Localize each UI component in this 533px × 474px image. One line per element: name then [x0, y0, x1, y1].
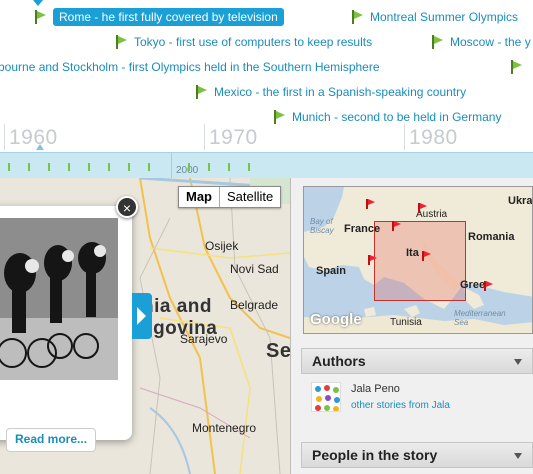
overview-tick: [28, 163, 30, 171]
chevron-down-icon[interactable]: [514, 359, 522, 365]
avatar-pattern: [312, 383, 340, 411]
overview-tick: [248, 163, 250, 171]
country-ukraine: Ukra: [508, 195, 533, 207]
timeline-event-moscow[interactable]: Moscow - the y: [431, 33, 531, 51]
story-pin-icon[interactable]: [422, 251, 431, 261]
people-section-header[interactable]: People in the story: [301, 442, 533, 468]
region-bosnia-line1: nia and: [142, 296, 213, 317]
author-entry: Jala Peno other stories from Jala: [311, 382, 531, 418]
flag-icon: [273, 110, 286, 124]
country-greece: Gree: [460, 279, 486, 291]
timeline-event-melbourne-stockholm[interactable]: bourne and Stockholm - first Olympics he…: [0, 58, 380, 76]
region-serbia: Se: [266, 340, 290, 362]
decade-label-1960: 1960: [9, 126, 58, 149]
flag-icon: [510, 60, 523, 74]
timeline-event-mexico[interactable]: Mexico - the first in a Spanish-speaking…: [195, 83, 466, 101]
timeline[interactable]: Rome - he first fully covered by televis…: [0, 0, 533, 152]
cyclists-photo-illustration: [0, 218, 118, 380]
city-novi-sad: Novi Sad: [230, 262, 279, 276]
decade-label-1970: 1970: [209, 126, 258, 149]
decade-divider: [4, 124, 5, 150]
sea-mediterranean: Mediterranean Sea: [454, 309, 506, 327]
story-pin-icon[interactable]: [392, 221, 401, 231]
timeline-event-rome[interactable]: Rome - he first fully covered by televis…: [34, 8, 284, 26]
authors-section-header[interactable]: Authors: [301, 348, 533, 374]
overview-tick: [128, 163, 130, 171]
map-type-map-button[interactable]: Map: [179, 187, 220, 207]
overview-tick: [208, 163, 210, 171]
current-position-caret: [36, 144, 44, 150]
flag-icon: [115, 35, 128, 49]
country-austria: Austria: [416, 209, 448, 220]
decade-divider: [204, 124, 205, 150]
overview-divider: [171, 153, 172, 179]
overview-tick: [68, 163, 70, 171]
flag-icon: [195, 85, 208, 99]
decade-divider: [404, 124, 405, 150]
author-name: Jala Peno: [351, 383, 400, 395]
timeline-decade-scale[interactable]: 1960 1970 1980: [0, 124, 533, 152]
overview-tick: [48, 163, 50, 171]
sea-bay-of-biscay: Bay of Biscay: [310, 217, 334, 235]
region-bosnia-line2: egovina: [142, 318, 218, 339]
flag-icon: [34, 10, 47, 24]
chevron-down-icon[interactable]: [514, 453, 522, 459]
close-icon[interactable]: ×: [116, 196, 138, 218]
story-pin-icon[interactable]: [366, 199, 375, 209]
timeline-overview-band[interactable]: 2000: [0, 152, 533, 179]
overview-tick: [88, 163, 90, 171]
city-belgrade: Belgrade: [230, 298, 279, 312]
author-stories-link[interactable]: other stories from Jala: [351, 400, 450, 411]
story-sidebar: Bay of Biscay France Spain Austria Roman…: [290, 178, 533, 474]
people-section-title: People in the story: [312, 447, 438, 463]
overview-tick: [148, 163, 150, 171]
timeline-event-montreal[interactable]: Montreal Summer Olympics: [351, 8, 518, 26]
map-type-toggle[interactable]: Map Satellite: [178, 186, 282, 208]
authors-section-title: Authors: [312, 353, 366, 369]
decade-label-1980: 1980: [409, 126, 458, 149]
story-map[interactable]: Osijek Novi Sad Belgrade Sarajevo Monten…: [0, 178, 290, 474]
olympics-story-page: Rome - he first fully covered by televis…: [0, 0, 533, 474]
read-more-button[interactable]: Read more...: [6, 428, 97, 452]
story-pin-icon[interactable]: [418, 203, 427, 213]
timeline-event-unlabeled[interactable]: [510, 58, 529, 76]
country-romania: Romania: [468, 231, 515, 243]
story-popup: Read more...: [0, 206, 132, 452]
country-france: France: [344, 223, 381, 235]
overview-tick: [108, 163, 110, 171]
city-osijek: Osijek: [205, 239, 239, 253]
country-italy: Ita: [406, 247, 419, 259]
story-pin-icon[interactable]: [484, 281, 493, 291]
google-logo: Google: [310, 311, 362, 328]
minimap-viewport-rect[interactable]: [374, 221, 466, 301]
flag-icon: [431, 35, 444, 49]
flag-icon: [351, 10, 364, 24]
region-montenegro: Montenegro: [192, 421, 257, 435]
story-pin-icon[interactable]: [368, 255, 377, 265]
overview-tick: [188, 163, 190, 171]
map-type-satellite-button[interactable]: Satellite: [220, 187, 280, 207]
timeline-event-tokyo[interactable]: Tokyo - first use of computers to keep r…: [115, 33, 372, 51]
cyclists-photo: [0, 218, 118, 380]
selected-event-marker: [33, 0, 43, 6]
overview-tick: [8, 163, 10, 171]
next-story-arrow-icon[interactable]: [132, 293, 152, 339]
overview-minimap[interactable]: Bay of Biscay France Spain Austria Roman…: [303, 186, 533, 334]
avatar[interactable]: [311, 382, 341, 412]
country-spain: Spain: [316, 265, 346, 277]
overview-tick: [228, 163, 230, 171]
country-tunisia: Tunisia: [390, 317, 422, 328]
